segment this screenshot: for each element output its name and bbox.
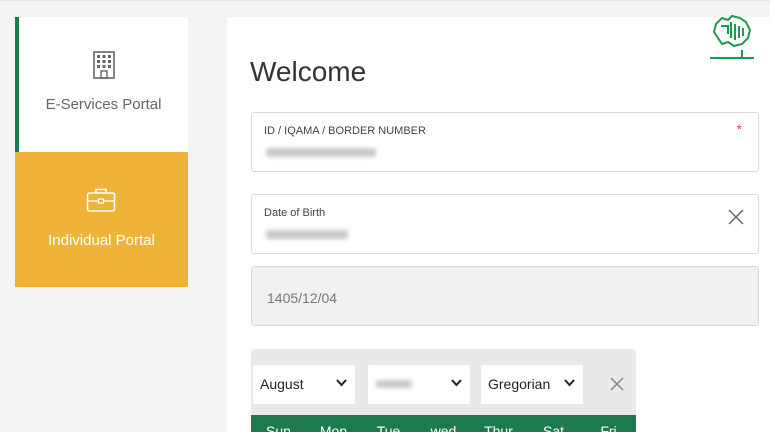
redacted-dob-value: [266, 230, 348, 239]
date-of-birth-label: Date of Birth: [264, 207, 326, 219]
weekday-label: Sun: [266, 423, 291, 432]
redacted-id-value: [266, 148, 376, 157]
weekday-header: Sun Mon Tue wed Thur Sat Fri: [251, 415, 636, 432]
redacted-year-value: [376, 380, 412, 388]
weekday-label: Mon: [319, 423, 348, 432]
saudi-map-logo: [710, 14, 754, 59]
close-icon[interactable]: [610, 377, 624, 391]
weekday-label: wed: [430, 423, 457, 432]
chevron-down-icon: [451, 379, 462, 387]
sidebar-item-individual-portal[interactable]: Individual Portal: [15, 152, 188, 287]
hijri-date-value: 1405/12/04: [267, 290, 338, 306]
sidebar-item-label: Individual Portal: [48, 232, 155, 249]
weekday-label: Thur: [484, 423, 513, 432]
required-marker: *: [736, 121, 742, 137]
top-divider: [0, 0, 770, 1]
sidebar-item-eservices-portal[interactable]: E-Services Portal: [15, 17, 188, 152]
datepicker: August Gregorian Sun Mon Tue wed Thur Sa…: [251, 349, 636, 432]
chevron-down-icon: [336, 379, 347, 387]
weekday-label: Tue: [376, 423, 401, 432]
briefcase-icon: [86, 188, 116, 212]
date-of-birth-field[interactable]: Date of Birth: [251, 194, 759, 254]
sidebar-item-label: E-Services Portal: [45, 96, 162, 113]
id-number-label: ID / IQAMA / BORDER NUMBER: [264, 125, 426, 137]
chevron-down-icon: [564, 379, 575, 387]
page-title: Welcome: [250, 56, 367, 87]
id-number-field[interactable]: ID / IQAMA / BORDER NUMBER *: [251, 112, 759, 172]
building-icon: [93, 51, 115, 79]
close-icon[interactable]: [728, 209, 744, 225]
year-select[interactable]: [368, 365, 470, 404]
month-select[interactable]: August: [253, 365, 355, 404]
calendar-type-select[interactable]: Gregorian: [481, 365, 583, 404]
hijri-date-display: 1405/12/04: [251, 266, 759, 326]
calendar-type-value: Gregorian: [488, 376, 551, 392]
weekday-label: Sat: [542, 423, 564, 432]
month-select-value: August: [260, 376, 304, 392]
weekday-label: Fri: [600, 423, 617, 432]
